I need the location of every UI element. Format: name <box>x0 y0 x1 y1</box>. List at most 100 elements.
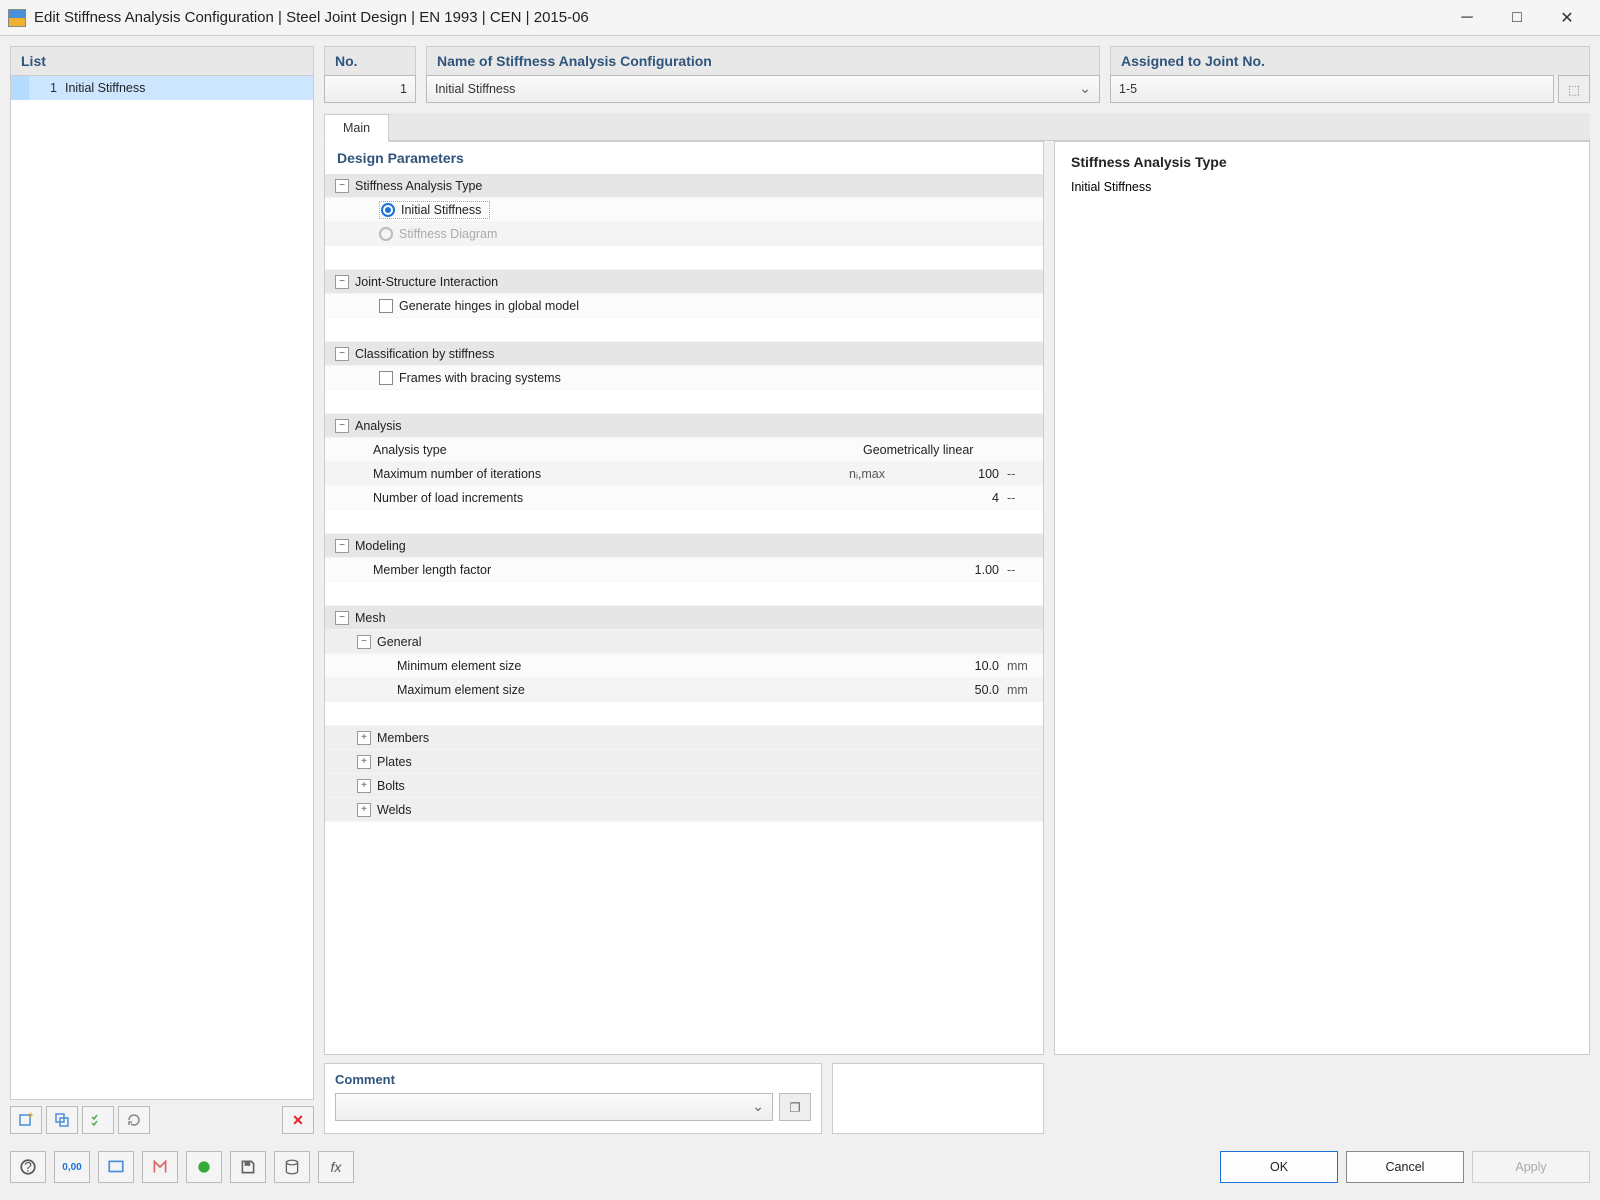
no-field[interactable]: 1 <box>324 75 416 103</box>
radio-label: Stiffness Diagram <box>399 227 497 241</box>
row-unit: mm <box>1003 683 1043 697</box>
list-item-name: Initial Stiffness <box>65 81 145 95</box>
row-analysis-type[interactable]: Analysis type Geometrically linear <box>325 438 1043 462</box>
row-unit: -- <box>1003 467 1043 481</box>
group-stiffness-type[interactable]: Stiffness Analysis Type <box>325 174 1043 198</box>
svg-text:?: ? <box>24 1159 32 1175</box>
apply-button[interactable]: Apply <box>1472 1151 1590 1183</box>
info-panel: Stiffness Analysis Type Initial Stiffnes… <box>1054 141 1590 1055</box>
display-icon[interactable] <box>98 1151 134 1183</box>
cancel-button[interactable]: Cancel <box>1346 1151 1464 1183</box>
collapse-icon[interactable] <box>335 539 349 553</box>
model-icon[interactable] <box>142 1151 178 1183</box>
units-icon[interactable]: 0,00 <box>54 1151 90 1183</box>
window-title: Edit Stiffness Analysis Configuration | … <box>34 9 1442 26</box>
list-item[interactable]: 1 Initial Stiffness <box>11 76 313 100</box>
group-mesh-welds[interactable]: Welds <box>325 798 1043 822</box>
comment-copy-icon[interactable]: ❐ <box>779 1093 811 1121</box>
group-mesh-bolts[interactable]: Bolts <box>325 774 1043 798</box>
group-label: Joint-Structure Interaction <box>355 275 498 289</box>
refresh-icon[interactable] <box>118 1106 150 1134</box>
expand-icon[interactable] <box>357 779 371 793</box>
row-max-element-size[interactable]: Maximum element size 50.0 mm <box>325 678 1043 702</box>
radio-icon[interactable] <box>381 203 395 217</box>
calc-icon[interactable] <box>186 1151 222 1183</box>
params-tree[interactable]: Stiffness Analysis Type Initial Stiffnes… <box>325 174 1043 1054</box>
delete-icon[interactable]: ✕ <box>282 1106 314 1134</box>
copy-icon[interactable] <box>46 1106 78 1134</box>
checkbox-generate-hinges[interactable]: Generate hinges in global model <box>325 294 1043 318</box>
group-mesh-plates[interactable]: Plates <box>325 750 1043 774</box>
row-unit: mm <box>1003 659 1043 673</box>
group-classification[interactable]: Classification by stiffness <box>325 342 1043 366</box>
database-icon[interactable] <box>274 1151 310 1183</box>
checkbox-bracing-frames[interactable]: Frames with bracing systems <box>325 366 1043 390</box>
design-params-panel: Design Parameters Stiffness Analysis Typ… <box>324 141 1044 1055</box>
fx-icon[interactable]: fx <box>318 1151 354 1183</box>
radio-icon[interactable] <box>379 227 393 241</box>
assigned-value: 1-5 <box>1119 82 1137 96</box>
group-label: Welds <box>377 803 412 817</box>
group-mesh[interactable]: Mesh <box>325 606 1043 630</box>
pick-joint-icon[interactable]: ⬚ <box>1558 75 1590 103</box>
expand-icon[interactable] <box>357 803 371 817</box>
save-icon[interactable] <box>230 1151 266 1183</box>
collapse-icon[interactable] <box>357 635 371 649</box>
ok-button[interactable]: OK <box>1220 1151 1338 1183</box>
collapse-icon[interactable] <box>335 275 349 289</box>
collapse-icon[interactable] <box>335 347 349 361</box>
collapse-icon[interactable] <box>335 179 349 193</box>
collapse-icon[interactable] <box>335 419 349 433</box>
group-label: Analysis <box>355 419 402 433</box>
collapse-icon[interactable] <box>335 611 349 625</box>
row-value: 1.00 <box>939 563 1003 577</box>
row-value: 10.0 <box>939 659 1003 673</box>
group-label: Members <box>377 731 429 745</box>
row-member-length-factor[interactable]: Member length factor 1.00 -- <box>325 558 1043 582</box>
minimize-button[interactable]: ─ <box>1442 4 1492 32</box>
check-icon[interactable] <box>82 1106 114 1134</box>
close-button[interactable]: ✕ <box>1542 4 1592 32</box>
group-analysis[interactable]: Analysis <box>325 414 1043 438</box>
row-label: Member length factor <box>373 563 491 577</box>
config-list[interactable]: 1 Initial Stiffness <box>10 75 314 1100</box>
checkbox-label: Generate hinges in global model <box>399 299 579 313</box>
checkbox-icon[interactable] <box>379 299 393 313</box>
row-load-increments[interactable]: Number of load increments 4 -- <box>325 486 1043 510</box>
assigned-field[interactable]: 1-5 <box>1110 75 1554 103</box>
maximize-button[interactable]: □ <box>1492 4 1542 32</box>
expand-icon[interactable] <box>357 731 371 745</box>
footer: ? 0,00 fx OK Cancel Apply <box>10 1144 1590 1190</box>
help-icon[interactable]: ? <box>10 1151 46 1183</box>
radio-stiffness-diagram[interactable]: Stiffness Diagram <box>325 222 1043 246</box>
row-label: Minimum element size <box>397 659 521 673</box>
group-modeling[interactable]: Modeling <box>325 534 1043 558</box>
row-label: Maximum number of iterations <box>373 467 541 481</box>
info-body: Initial Stiffness <box>1071 180 1573 194</box>
name-field[interactable]: Initial Stiffness <box>426 75 1100 103</box>
group-label: Classification by stiffness <box>355 347 494 361</box>
row-value: 4 <box>939 491 1003 505</box>
list-item-index: 1 <box>33 81 57 95</box>
group-label: General <box>377 635 421 649</box>
comment-title: Comment <box>335 1072 811 1087</box>
new-icon[interactable] <box>10 1106 42 1134</box>
tab-main[interactable]: Main <box>324 114 389 142</box>
group-label: Mesh <box>355 611 386 625</box>
row-label: Maximum element size <box>397 683 525 697</box>
preview-panel <box>832 1063 1044 1134</box>
radio-initial-stiffness[interactable]: Initial Stiffness <box>325 198 1043 222</box>
no-label: No. <box>324 46 416 75</box>
checkbox-icon[interactable] <box>379 371 393 385</box>
row-label: Analysis type <box>373 443 447 457</box>
name-value: Initial Stiffness <box>435 82 515 96</box>
group-mesh-general[interactable]: General <box>325 630 1043 654</box>
name-label: Name of Stiffness Analysis Configuration <box>426 46 1100 75</box>
row-max-iterations[interactable]: Maximum number of iterations nᵢ,max 100 … <box>325 462 1043 486</box>
comment-field[interactable] <box>335 1093 773 1121</box>
expand-icon[interactable] <box>357 755 371 769</box>
checkbox-label: Frames with bracing systems <box>399 371 561 385</box>
group-joint-structure[interactable]: Joint-Structure Interaction <box>325 270 1043 294</box>
group-mesh-members[interactable]: Members <box>325 726 1043 750</box>
row-min-element-size[interactable]: Minimum element size 10.0 mm <box>325 654 1043 678</box>
